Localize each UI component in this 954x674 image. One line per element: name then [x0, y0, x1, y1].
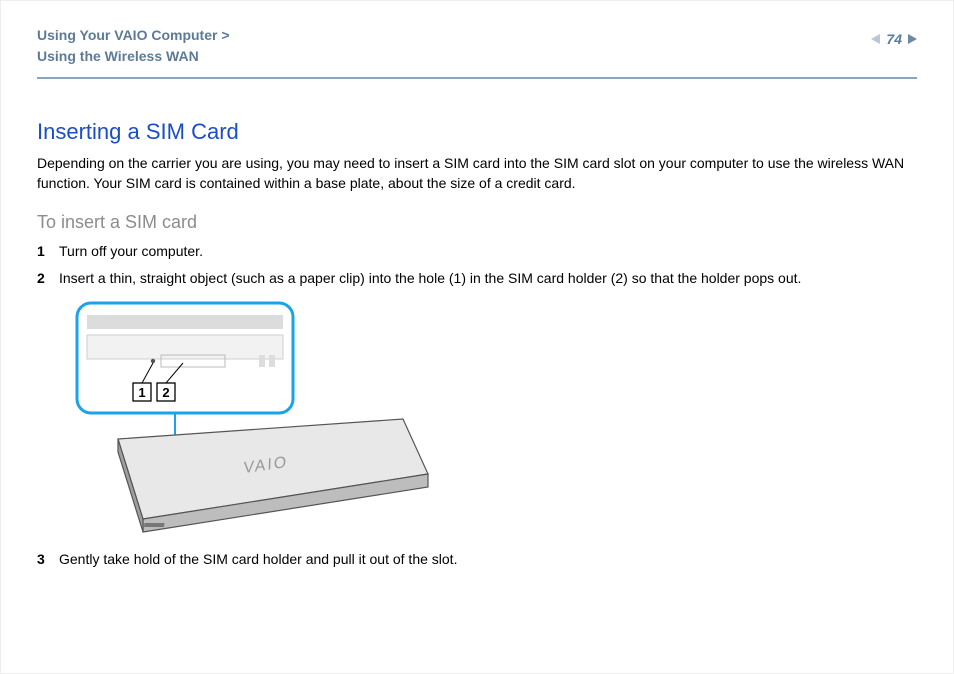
- callout-sim-hole: [151, 358, 155, 362]
- sim-slot-diagram: 1 2 VAIO: [73, 299, 433, 539]
- procedure-steps: Turn off your computer. Insert a thin, s…: [37, 241, 917, 289]
- step-item: Gently take hold of the SIM card holder …: [37, 549, 917, 570]
- procedure-steps-continued: Gently take hold of the SIM card holder …: [37, 549, 917, 570]
- document-page: Using Your VAIO Computer > Using the Wir…: [0, 0, 954, 674]
- intro-paragraph: Depending on the carrier you are using, …: [37, 153, 917, 194]
- figure: 1 2 VAIO: [73, 299, 423, 539]
- section-title: Inserting a SIM Card: [37, 119, 917, 145]
- breadcrumb-line-1: Using Your VAIO Computer >: [37, 25, 230, 46]
- laptop-front-slot: [144, 523, 164, 527]
- step-item: Turn off your computer.: [37, 241, 917, 262]
- breadcrumb-line-2: Using the Wireless WAN: [37, 46, 230, 67]
- prev-page-icon[interactable]: [871, 34, 880, 44]
- callout-detail: [259, 355, 265, 367]
- callout-strip: [87, 315, 283, 329]
- callout-detail: [269, 355, 275, 367]
- page-number: 74: [886, 31, 902, 47]
- breadcrumb: Using Your VAIO Computer > Using the Wir…: [37, 25, 230, 67]
- step-text: Gently take hold of the SIM card holder …: [59, 549, 457, 570]
- page-header: Using Your VAIO Computer > Using the Wir…: [37, 25, 917, 79]
- step-item: Insert a thin, straight object (such as …: [37, 268, 917, 289]
- laptop-illustration: VAIO: [118, 419, 428, 532]
- procedure-title: To insert a SIM card: [37, 212, 917, 233]
- page-navigator: 74: [871, 25, 917, 47]
- callout-label-1-text: 1: [138, 385, 145, 400]
- callout-label-2-text: 2: [162, 385, 169, 400]
- step-text: Insert a thin, straight object (such as …: [59, 268, 801, 289]
- next-page-icon[interactable]: [908, 34, 917, 44]
- step-text: Turn off your computer.: [59, 241, 203, 262]
